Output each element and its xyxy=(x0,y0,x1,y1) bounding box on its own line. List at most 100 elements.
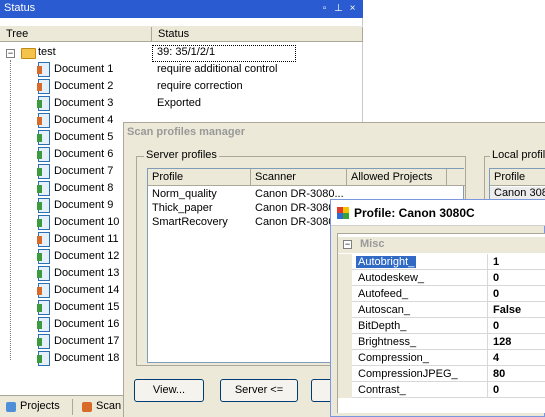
property-gutter xyxy=(338,366,352,382)
property-value[interactable]: 128 xyxy=(493,336,511,348)
view-button[interactable]: View... xyxy=(134,379,204,402)
property-value[interactable]: 4 xyxy=(493,352,499,364)
tab-scan[interactable]: Scan xyxy=(96,400,121,412)
document-status-tag xyxy=(37,117,42,125)
tab-projects[interactable]: Projects xyxy=(20,400,60,412)
property-separator xyxy=(487,318,488,334)
property-value[interactable]: 1 xyxy=(493,256,499,268)
property-row[interactable]: Brightness_ 128 xyxy=(338,334,545,350)
document-status-tag xyxy=(37,100,42,108)
property-gutter xyxy=(338,318,352,334)
column-header-profile[interactable]: Profile xyxy=(148,169,251,186)
tree-document-row[interactable]: Document 3 Exported xyxy=(0,95,363,112)
document-name: Document 16 xyxy=(54,318,120,330)
property-gutter xyxy=(338,302,352,318)
column-header-allowed-projects[interactable]: Allowed Projects xyxy=(347,169,447,186)
bottom-tabs: Projects Scan xyxy=(0,395,125,417)
category-row[interactable]: − Misc xyxy=(338,237,545,253)
document-icon xyxy=(37,164,50,179)
server-profiles-legend: Server profiles xyxy=(144,149,219,161)
document-name: Document 17 xyxy=(54,335,120,347)
column-header-status[interactable]: Status xyxy=(152,27,363,41)
profile-name: Thick_paper xyxy=(152,202,213,214)
profile-name: Norm_quality xyxy=(152,188,217,200)
property-row[interactable]: Autobright_ 1 xyxy=(338,254,545,270)
app-logo-icon xyxy=(337,207,349,219)
document-icon xyxy=(37,317,50,332)
property-row[interactable]: Autofeed_ 0 xyxy=(338,286,545,302)
tree-root-row[interactable]: − test 39: 35/1/2/1 xyxy=(0,44,363,62)
property-value[interactable]: 0 xyxy=(493,384,499,396)
property-row[interactable]: Autoscan_ False xyxy=(338,302,545,318)
property-separator xyxy=(487,254,488,270)
document-status-tag xyxy=(37,355,42,363)
tree-document-row[interactable]: Document 2 require correction xyxy=(0,78,363,95)
property-value[interactable]: 80 xyxy=(493,368,505,380)
property-gutter xyxy=(338,334,352,350)
document-name: Document 8 xyxy=(54,182,114,194)
tree-header: Tree Status xyxy=(0,26,363,42)
document-name: Document 15 xyxy=(54,301,120,313)
pin-icon[interactable]: ⊥ xyxy=(333,3,344,14)
folder-icon xyxy=(21,48,36,59)
property-value[interactable]: 0 xyxy=(493,288,499,300)
document-icon xyxy=(37,249,50,264)
property-key: BitDepth_ xyxy=(358,320,407,332)
property-gutter xyxy=(338,382,352,398)
document-name: Document 5 xyxy=(54,131,114,143)
tab-divider xyxy=(72,399,73,415)
document-status-tag xyxy=(37,66,42,74)
document-status-tag xyxy=(37,270,42,278)
document-icon xyxy=(37,79,50,94)
document-icon xyxy=(37,181,50,196)
property-key: Compression_ xyxy=(358,352,429,364)
local-column-header-profile[interactable]: Profile xyxy=(490,169,545,186)
column-header-scanner[interactable]: Scanner xyxy=(251,169,347,186)
server-profiles-header: Profile Scanner Allowed Projects xyxy=(148,169,465,186)
restore-icon[interactable]: ▫ xyxy=(319,3,330,14)
property-row[interactable]: Compression_ 4 xyxy=(338,350,545,366)
property-row[interactable]: Contrast_ 0 xyxy=(338,382,545,398)
document-status-tag xyxy=(37,253,42,261)
property-row[interactable]: BitDepth_ 0 xyxy=(338,318,545,334)
document-status-tag xyxy=(37,168,42,176)
property-row[interactable]: Autodeskew_ 0 xyxy=(338,270,545,286)
property-key: Brightness_ xyxy=(358,336,417,348)
property-value[interactable]: False xyxy=(493,304,521,316)
document-name: Document 1 xyxy=(54,63,114,75)
property-key: Autoscan_ xyxy=(358,304,410,316)
collapse-icon[interactable]: − xyxy=(343,240,352,249)
close-icon[interactable]: × xyxy=(347,3,358,14)
document-name: Document 11 xyxy=(54,233,119,245)
property-separator xyxy=(487,366,488,382)
property-value[interactable]: 0 xyxy=(493,320,499,332)
document-icon xyxy=(37,130,50,145)
document-icon xyxy=(37,198,50,213)
profile-name: SmartRecovery xyxy=(152,216,228,228)
tree-document-row[interactable]: Document 1 require additional control xyxy=(0,61,363,78)
property-separator xyxy=(487,270,488,286)
profile-window-title: Profile: Canon 3080C xyxy=(354,206,475,220)
property-separator xyxy=(487,302,488,318)
column-header-tree[interactable]: Tree xyxy=(0,27,152,41)
document-status: require correction xyxy=(157,80,243,92)
property-separator xyxy=(487,286,488,302)
document-status-tag xyxy=(37,287,42,295)
local-profiles-legend: Local profile xyxy=(490,149,545,161)
document-status-tag xyxy=(37,304,42,312)
document-icon xyxy=(37,62,50,77)
document-icon xyxy=(37,113,50,128)
document-status-tag xyxy=(37,338,42,346)
projects-tab-icon xyxy=(6,402,16,412)
status-title: Status xyxy=(4,2,36,14)
property-separator xyxy=(487,334,488,350)
category-label: Misc xyxy=(360,238,385,250)
server-button[interactable]: Server <= xyxy=(220,379,298,402)
scan-tab-icon xyxy=(82,402,92,412)
tree-root-name: test xyxy=(38,46,56,58)
property-gutter xyxy=(338,286,352,302)
collapse-icon[interactable]: − xyxy=(6,49,15,58)
property-value[interactable]: 0 xyxy=(493,272,499,284)
document-icon xyxy=(37,96,50,111)
property-row[interactable]: CompressionJPEG_ 80 xyxy=(338,366,545,382)
